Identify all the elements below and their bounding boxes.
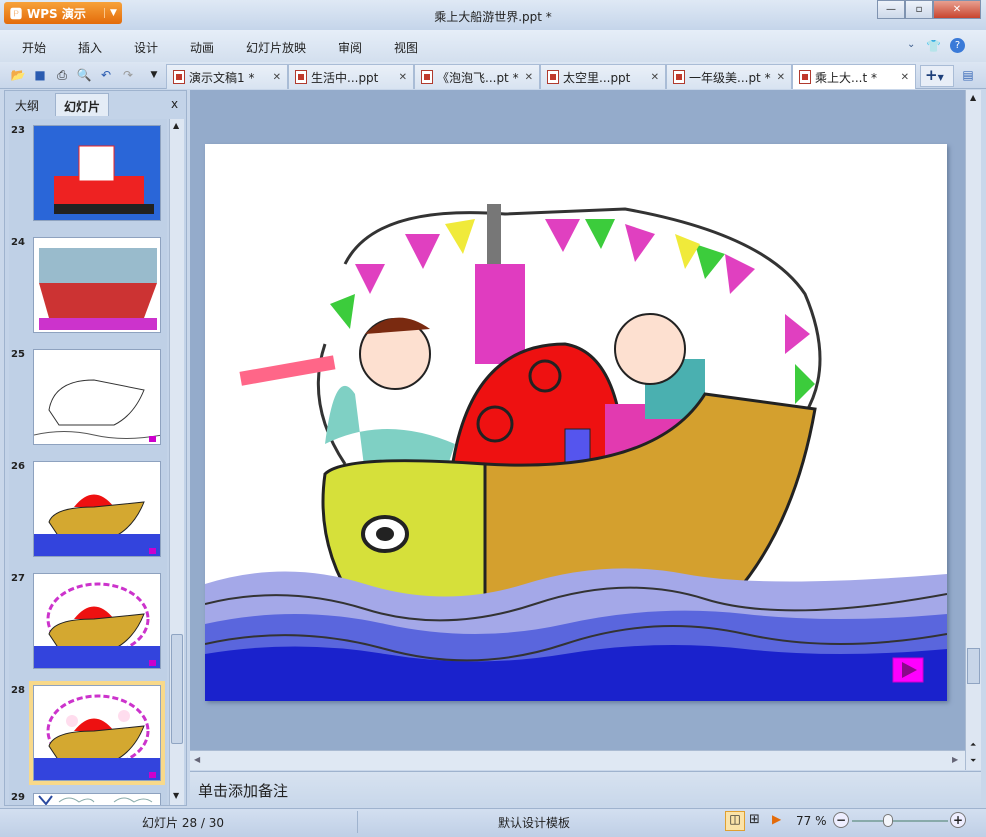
print-preview-icon[interactable]: 🔍: [76, 67, 92, 83]
tab-slides[interactable]: 幻灯片: [55, 93, 110, 116]
zoom-in-button[interactable]: +: [950, 812, 966, 828]
ppt-file-icon: [799, 70, 811, 84]
status-bar: 幻灯片 28 / 30 默认设计模板 ◫ ⊞ ▶ 77 % − +: [0, 808, 986, 837]
ppt-file-icon: [173, 70, 185, 84]
minimize-button[interactable]: —: [877, 0, 905, 19]
help-icon[interactable]: ?: [950, 38, 965, 53]
skin-icon[interactable]: 👕: [926, 39, 941, 53]
zoom-out-button[interactable]: −: [833, 812, 849, 828]
window-title: 乘上大船游世界.ppt *: [434, 10, 552, 24]
redo-icon[interactable]: ↷: [120, 67, 136, 83]
ppt-file-icon: [295, 70, 307, 84]
window-list-icon[interactable]: ▤: [960, 67, 976, 83]
save-icon[interactable]: ■: [32, 67, 48, 83]
document-tab-bar: 📂 ■ ⎙ 🔍 ↶ ↷ ▼ 演示文稿1 * ✕ 生活中...ppt ✕ 《泡泡飞..…: [0, 62, 986, 89]
ppt-file-icon: [547, 70, 559, 84]
close-tab-icon[interactable]: ✕: [777, 72, 785, 83]
slideshow-icon[interactable]: ▶: [772, 812, 781, 826]
close-tab-icon[interactable]: ✕: [525, 72, 533, 83]
tab-doc-2[interactable]: 生活中...ppt ✕: [288, 64, 414, 89]
slide-thumbnail-27[interactable]: [33, 573, 161, 669]
ppt-file-icon: [673, 70, 685, 84]
title-bar: 🅿 WPS 演示 ▼ 乘上大船游世界.ppt * — ▫ ✕: [0, 0, 986, 30]
slide-thumbnail-26[interactable]: [33, 461, 161, 557]
menu-view[interactable]: 视图: [394, 39, 418, 56]
customize-toolbar-icon[interactable]: ▼: [146, 67, 162, 83]
template-name: 默认设计模板: [498, 816, 571, 830]
scroll-thumb[interactable]: [967, 648, 980, 684]
menu-start[interactable]: 开始: [22, 39, 46, 56]
prev-slide-icon[interactable]: ⏶: [970, 740, 976, 750]
horizontal-scrollbar[interactable]: ◀ ▶: [190, 750, 965, 770]
tab-doc-1[interactable]: 演示文稿1 * ✕: [166, 64, 288, 89]
close-tab-icon[interactable]: ✕: [651, 72, 659, 83]
scroll-thumb[interactable]: [171, 634, 183, 744]
scroll-down-icon[interactable]: ▼: [173, 791, 179, 800]
scroll-right-icon[interactable]: ▶: [952, 755, 958, 764]
menu-insert[interactable]: 插入: [78, 39, 102, 56]
scroll-left-icon[interactable]: ◀: [194, 755, 200, 764]
undo-icon[interactable]: ↶: [98, 67, 114, 83]
zoom-slider-handle[interactable]: [882, 814, 893, 827]
thumbnail-list: 23 24 25 26 27 28 29: [9, 119, 167, 805]
collapse-ribbon-icon[interactable]: ⌄: [907, 39, 915, 50]
close-tab-icon[interactable]: ✕: [399, 72, 407, 83]
menu-animation[interactable]: 动画: [190, 39, 214, 56]
close-tab-icon[interactable]: ✕: [273, 72, 281, 83]
new-tab-button[interactable]: +▼: [920, 65, 954, 87]
next-slide-icon[interactable]: ⏷: [970, 756, 976, 766]
tab-doc-5[interactable]: 一年级美...pt * ✕: [666, 64, 792, 89]
close-tab-icon[interactable]: ✕: [901, 72, 909, 83]
scroll-up-icon[interactable]: ▲: [970, 93, 976, 102]
slide-thumbnail-23[interactable]: [33, 125, 161, 221]
thumbnail-scrollbar[interactable]: ▲ ▼: [169, 119, 184, 805]
close-button[interactable]: ✕: [933, 0, 981, 19]
zoom-slider-track[interactable]: [852, 820, 948, 822]
slide-sorter-icon[interactable]: ⊞: [749, 812, 760, 827]
scroll-up-icon[interactable]: ▲: [173, 121, 179, 130]
maximize-button[interactable]: ▫: [905, 0, 933, 19]
tab-doc-6-active[interactable]: 乘上大...t * ✕: [792, 64, 916, 89]
ppt-file-icon: [421, 70, 433, 84]
slide-thumbnail-25[interactable]: [33, 349, 161, 445]
menu-bar: 开始 插入 设计 动画 幻灯片放映 审阅 视图 ⌄ 👕 ?: [0, 30, 986, 62]
menu-slideshow[interactable]: 幻灯片放映: [246, 39, 306, 56]
notes-area[interactable]: 单击添加备注: [190, 771, 981, 807]
divider: [357, 811, 358, 833]
slide-thumbnail-24[interactable]: [33, 237, 161, 333]
tab-doc-3[interactable]: 《泡泡飞...pt * ✕: [414, 64, 540, 89]
zoom-level: 77 %: [796, 814, 827, 828]
normal-view-icon[interactable]: ◫: [725, 811, 745, 831]
slide-panel: 大纲 幻灯片 x 23 24 25 26 27 28 29 ▲ ▼: [4, 90, 187, 806]
open-icon[interactable]: 📂: [10, 67, 26, 83]
print-icon[interactable]: ⎙: [54, 67, 70, 83]
slide-canvas[interactable]: [205, 144, 947, 701]
menu-review[interactable]: 审阅: [338, 39, 362, 56]
slide-illustration: [205, 204, 947, 701]
tab-doc-4[interactable]: 太空里...ppt ✕: [540, 64, 666, 89]
menu-design[interactable]: 设计: [134, 39, 158, 56]
slide-vertical-scrollbar[interactable]: ▲ ⏶ ⏷: [965, 90, 981, 770]
slide-counter: 幻灯片 28 / 30: [142, 816, 225, 830]
tab-outline[interactable]: 大纲: [7, 93, 47, 116]
slide-thumbnail-28-selected[interactable]: [29, 681, 165, 785]
slide-thumbnail-29[interactable]: [33, 793, 161, 805]
close-panel-icon[interactable]: x: [171, 97, 178, 111]
